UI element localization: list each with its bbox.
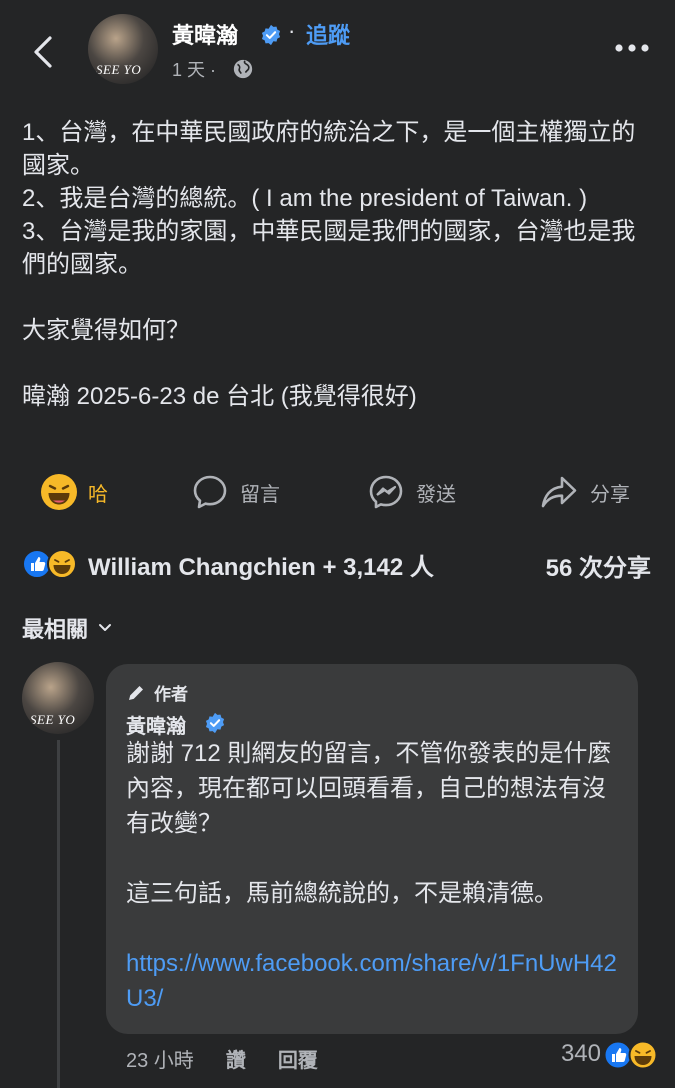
avatar-caption: SEE YO: [30, 712, 76, 727]
comment-button[interactable]: 留言: [192, 468, 280, 516]
comment-time[interactable]: 23 小時: [126, 1044, 194, 1073]
follow-button[interactable]: 追蹤: [306, 18, 350, 50]
globe-icon: [233, 59, 253, 79]
share-label: 分享: [590, 483, 630, 506]
comment-paragraph-2: 這三句話，馬前總統說的，不是賴清德。: [126, 880, 558, 907]
messenger-icon: [369, 475, 403, 509]
commenter-avatar[interactable]: SEE YO: [22, 662, 94, 734]
post-line-3: 3、台灣是我的家園，中華民國是我們的國家，台灣也是我們的國家。: [22, 218, 636, 278]
post-line-2: 2、我是台灣的總統。( I am the president of Taiwan…: [22, 185, 588, 212]
pencil-icon: [129, 684, 145, 700]
share-count[interactable]: 56 次分享: [546, 548, 651, 583]
comment-text: 謝謝 712 則網友的留言，不管你發表的是什麼內容，現在都可以回頭看看，自己的想…: [126, 736, 622, 1016]
comment-reaction-icons[interactable]: [603, 1040, 665, 1070]
post-signature: 暐瀚 2025-6-23 de 台北 (我覺得很好): [22, 383, 417, 410]
share-icon: [541, 476, 577, 508]
author-name[interactable]: 黃暐瀚: [172, 18, 238, 50]
author-badge: 作者: [126, 680, 188, 705]
reactors-text: William Changchien + 3,142 人: [88, 553, 434, 581]
reply-button[interactable]: 回覆: [278, 1044, 318, 1073]
sort-label: 最相關: [22, 617, 89, 642]
reaction-label: 哈: [88, 483, 108, 506]
reaction-icons: [22, 549, 77, 579]
comment-label: 留言: [240, 483, 280, 506]
reactions-summary[interactable]: William Changchien + 3,142 人: [22, 546, 434, 582]
avatar-caption: SEE YO: [96, 62, 142, 77]
post-line-1: 1、台灣，在中華民國政府的統治之下，是一個主權獨立的國家。: [22, 119, 636, 179]
comment-meta: 23 小時 讚 回覆: [126, 1044, 350, 1073]
share-button[interactable]: 分享: [540, 468, 630, 516]
verified-icon: [205, 712, 225, 734]
comment-author[interactable]: 黃暐瀚: [126, 710, 186, 739]
author-badge-label: 作者: [154, 685, 188, 704]
back-arrow-icon[interactable]: [28, 34, 58, 70]
send-label: 發送: [416, 483, 456, 506]
comment-icon: [193, 475, 227, 509]
post-timestamp[interactable]: 1 天 ·: [172, 56, 216, 82]
author-avatar[interactable]: SEE YO: [88, 14, 158, 84]
post-text: 1、台灣，在中華民國政府的統治之下，是一個主權獨立的國家。 2、我是台灣的總統。…: [22, 116, 652, 413]
chevron-down-icon: [99, 624, 112, 631]
like-button[interactable]: 讚: [226, 1044, 246, 1073]
comment-link[interactable]: https://www.facebook.com/share/v/1FnUwH4…: [126, 950, 617, 1012]
send-button[interactable]: 發送: [368, 468, 456, 516]
thread-line: [57, 740, 60, 1088]
separator-dot: ·: [288, 18, 296, 43]
reaction-button[interactable]: 哈: [40, 468, 108, 516]
post-question: 大家覺得如何？: [22, 317, 190, 344]
haha-icon: [41, 474, 77, 510]
more-icon[interactable]: [612, 36, 652, 60]
verified-icon: [261, 24, 281, 46]
comment-reaction-count[interactable]: 340: [561, 1040, 601, 1068]
comment-paragraph-1: 謝謝 712 則網友的留言，不管你發表的是什麼內容，現在都可以回頭看看，自己的想…: [126, 740, 612, 837]
comment-sort-dropdown[interactable]: 最相關: [22, 612, 112, 644]
